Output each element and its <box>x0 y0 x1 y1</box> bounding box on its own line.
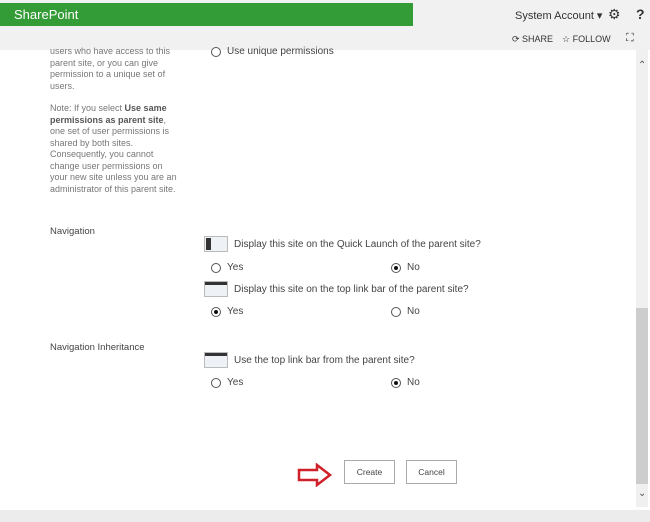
question-text: Display this site on the top link bar of… <box>234 283 469 295</box>
share-button[interactable]: ⟳ SHARE <box>512 34 553 45</box>
navigation-inheritance-label: Navigation Inheritance <box>50 342 145 353</box>
permissions-text: users who have access to this parent sit… <box>50 46 171 91</box>
brand-link[interactable]: SharePoint <box>14 7 78 22</box>
radio-circle-selected[interactable] <box>211 306 221 317</box>
note-suffix: , one set of user permissions is shared … <box>50 114 177 194</box>
radio-label: Yes <box>227 377 244 388</box>
radio-circle[interactable] <box>211 262 221 273</box>
question-text: Display this site on the Quick Launch of… <box>234 238 481 250</box>
quick-launch-question: Display this site on the Quick Launch of… <box>204 236 481 252</box>
scroll-down-icon[interactable]: ⌄ <box>638 488 646 499</box>
radio-circle-selected[interactable] <box>391 262 401 273</box>
radio-label: No <box>407 262 420 273</box>
top-link-question: Display this site on the top link bar of… <box>204 281 469 297</box>
top-link-yes[interactable]: Yes <box>211 306 243 317</box>
radio-label: Yes <box>227 262 244 273</box>
navigation-label: Navigation <box>50 226 95 237</box>
radio-label: Use unique permissions <box>227 46 334 57</box>
quick-launch-icon <box>204 236 228 252</box>
permissions-description: users who have access to this parent sit… <box>50 46 178 206</box>
radio-circle[interactable] <box>391 306 401 317</box>
quick-launch-no[interactable]: No <box>391 262 420 273</box>
bottom-bar <box>0 510 650 522</box>
suite-bar: SharePoint <box>0 3 413 26</box>
share-icon: ⟳ <box>512 34 523 44</box>
red-arrow-icon <box>297 463 333 487</box>
radio-label: Yes <box>227 306 244 317</box>
focus-mode-icon[interactable]: ⛶ <box>626 32 634 45</box>
top-link-bar-icon <box>204 352 228 368</box>
radio-circle[interactable] <box>211 46 221 57</box>
inheritance-yes[interactable]: Yes <box>211 377 243 388</box>
inheritance-no[interactable]: No <box>391 377 420 388</box>
permissions-note: Note: If you select Use same permissions… <box>50 103 178 195</box>
gear-icon[interactable]: ⚙ <box>608 6 621 23</box>
radio-unique-permissions[interactable]: Use unique permissions <box>211 46 334 57</box>
cancel-button[interactable]: Cancel <box>406 460 457 484</box>
inheritance-question: Use the top link bar from the parent sit… <box>204 352 415 368</box>
scroll-up-icon[interactable]: ⌃ <box>638 60 646 71</box>
star-icon: ☆ <box>562 34 573 44</box>
question-text: Use the top link bar from the parent sit… <box>234 354 415 366</box>
help-icon[interactable]: ? <box>636 6 645 22</box>
scrollbar-thumb[interactable] <box>636 308 648 484</box>
follow-button[interactable]: ☆ FOLLOW <box>562 34 611 45</box>
radio-circle-selected[interactable] <box>391 377 401 388</box>
quick-launch-yes[interactable]: Yes <box>211 262 243 273</box>
note-prefix: Note: If you select <box>50 103 125 113</box>
create-button[interactable]: Create <box>344 460 395 484</box>
radio-circle[interactable] <box>211 377 221 388</box>
top-link-bar-icon <box>204 281 228 297</box>
radio-label: No <box>407 377 420 388</box>
account-menu[interactable]: System Account ▾ <box>515 9 602 22</box>
radio-label: No <box>407 306 420 317</box>
top-link-no[interactable]: No <box>391 306 420 317</box>
